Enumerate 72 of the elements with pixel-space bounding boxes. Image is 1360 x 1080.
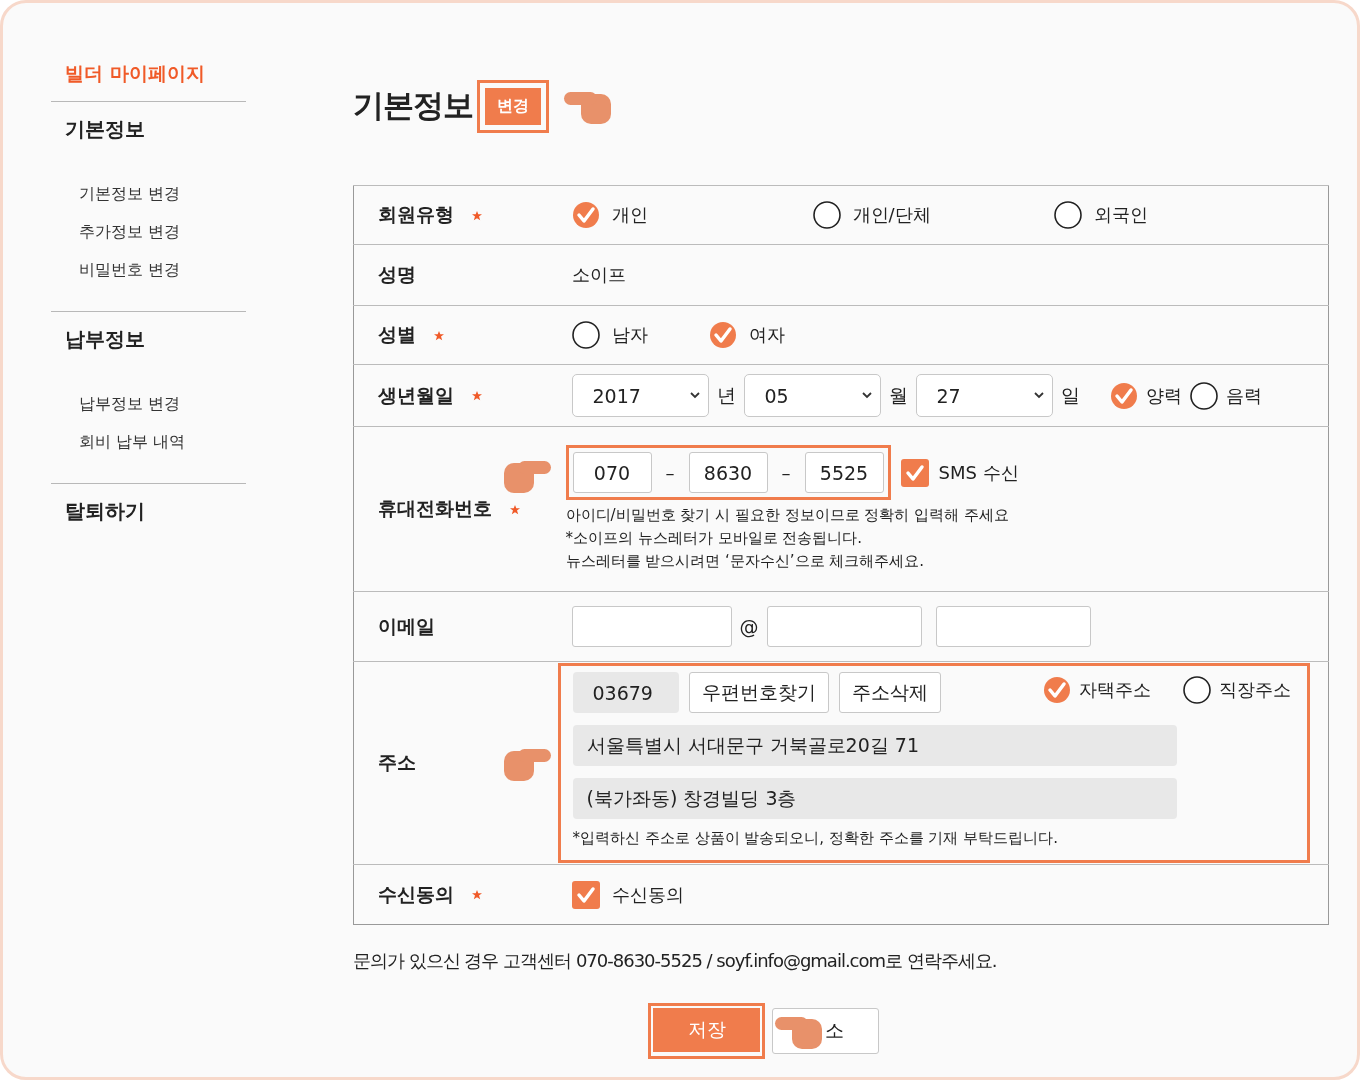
radio-button[interactable] <box>1189 381 1218 410</box>
field-label: 회원유형 <box>378 203 454 225</box>
dropdown[interactable]: 2017 <box>571 374 709 417</box>
menu-link[interactable]: 회비 납부 내역 <box>79 423 246 461</box>
field-label: 성별 <box>378 323 416 345</box>
checkbox-label: SMS 수신 <box>938 460 1019 485</box>
section-heading[interactable]: 탈퇴하기 <box>65 498 246 525</box>
unit-label: 년 <box>716 382 736 408</box>
help-text: 뉴스레터를 받으시려면 ‘문자수신’으로 체크해주세요. <box>565 551 926 572</box>
unit-label: 월 <box>888 382 908 408</box>
option-label: 개인 <box>611 203 648 227</box>
dropdown-value: 05 <box>764 384 789 407</box>
contact-notice: 문의가 있으신 경우 고객센터 070-8630-5525 / soyf.info@gmail.com로 연락주세요. <box>353 949 998 973</box>
address-button[interactable]: 주소삭제 <box>838 672 941 713</box>
menu-link[interactable]: 납부정보 변경 <box>79 385 246 423</box>
help-text: *입력하신 주소로 상품이 발송되오니, 정확한 주소를 기재 부탁드립니다. <box>572 828 1059 849</box>
field-label: 이메일 <box>378 614 435 637</box>
email-input[interactable] <box>571 606 732 647</box>
menu-link[interactable]: 비밀번호 변경 <box>79 251 246 289</box>
option-label: 자택주소 <box>1078 678 1151 702</box>
chevron-down-icon <box>1033 392 1044 399</box>
field-value: 소이프 <box>571 263 626 287</box>
dropdown[interactable]: 05 <box>743 374 881 417</box>
address-field[interactable]: 서울특별시 서대문구 거북골로20길 71 <box>572 725 1177 766</box>
radio-button[interactable] <box>812 201 841 229</box>
radio-button[interactable] <box>571 201 600 229</box>
checkbox[interactable] <box>571 880 600 909</box>
field-label: 수신동의 <box>378 882 454 905</box>
address-field[interactable]: (북가좌동) 창경빌딩 3층 <box>572 778 1177 819</box>
help-text: 아이디/비밀번호 찾기 시 필요한 정보이므로 정확히 입력해 주세요 <box>565 505 1009 526</box>
field-label: 성명 <box>378 263 416 285</box>
menu-link[interactable]: 기본정보 변경 <box>79 175 246 213</box>
sidebar-title: 빌더 마이페이지 <box>64 61 206 86</box>
phone-input[interactable]: 8630 <box>688 452 768 493</box>
phone-input[interactable]: 5525 <box>804 452 884 493</box>
radio-button[interactable] <box>1053 201 1082 229</box>
checkbox[interactable] <box>900 458 929 487</box>
section-heading[interactable]: 납부정보 <box>65 326 246 353</box>
option-label: 남자 <box>611 323 648 347</box>
email-input[interactable] <box>766 606 922 647</box>
dash-separator: – <box>781 462 791 483</box>
radio-button[interactable] <box>708 321 737 349</box>
at-sign: @ <box>739 615 759 638</box>
option-label: 양력 <box>1145 383 1182 408</box>
email-input[interactable] <box>935 606 1091 647</box>
phone-input[interactable]: 070 <box>572 452 652 493</box>
dropdown-value: 27 <box>936 384 961 407</box>
radio-button[interactable] <box>1182 676 1211 704</box>
dash-separator: – <box>665 462 675 483</box>
option-label: 개인/단체 <box>852 203 931 227</box>
help-text: *소이프의 뉴스레터가 모바일로 전송됩니다. <box>565 528 864 549</box>
radio-button[interactable] <box>1042 676 1071 704</box>
menu-link[interactable]: 추가정보 변경 <box>79 213 246 251</box>
field-label: 주소 <box>378 751 416 773</box>
address-button[interactable]: 우편번호찾기 <box>688 672 829 713</box>
chevron-down-icon <box>861 392 872 399</box>
option-label: 직장주소 <box>1218 678 1291 702</box>
page-title: 기본정보 <box>353 86 473 125</box>
dropdown[interactable]: 27 <box>915 374 1053 417</box>
field-label: 생년월일 <box>378 383 454 406</box>
dropdown-value: 2017 <box>592 384 641 407</box>
postcode-field[interactable]: 03679 <box>572 672 679 713</box>
section-heading[interactable]: 기본정보 <box>65 116 246 143</box>
option-label: 음력 <box>1225 383 1262 408</box>
radio-button[interactable] <box>571 321 600 349</box>
option-label: 외국인 <box>1093 203 1148 227</box>
option-label: 여자 <box>748 323 785 347</box>
chevron-down-icon <box>689 392 700 399</box>
checkbox-label: 수신동의 <box>611 882 684 907</box>
unit-label: 일 <box>1060 382 1080 408</box>
radio-button[interactable] <box>1109 381 1138 410</box>
field-label: 휴대전화번호 <box>378 497 492 519</box>
